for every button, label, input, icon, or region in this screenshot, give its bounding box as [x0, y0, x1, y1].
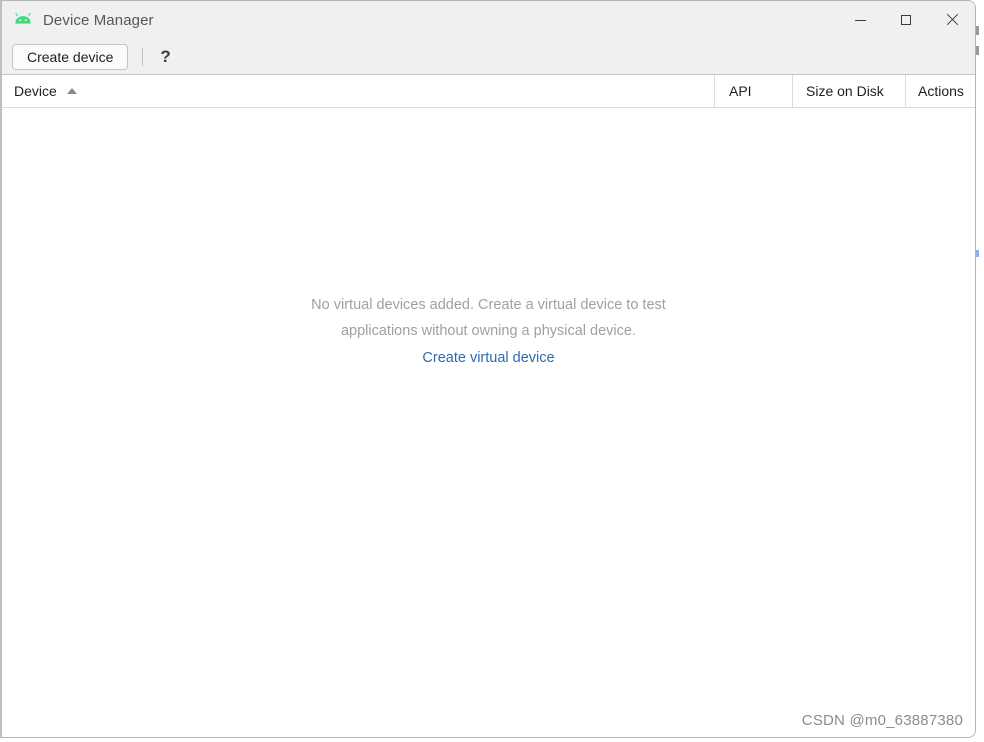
device-manager-window: Device Manager Create device ? Device AP… — [0, 0, 976, 738]
column-header-actions[interactable]: Actions — [905, 75, 975, 107]
create-virtual-device-link[interactable]: Create virtual device — [422, 350, 554, 366]
create-device-button[interactable]: Create device — [12, 43, 129, 70]
column-header-device[interactable]: Device — [2, 75, 714, 107]
empty-state: No virtual devices added. Create a virtu… — [2, 292, 975, 367]
table-header-row: Device API Size on Disk Actions — [2, 75, 975, 108]
maximize-icon — [901, 15, 911, 25]
window-controls — [837, 1, 975, 39]
column-header-device-label: Device — [14, 83, 57, 99]
column-header-actions-label: Actions — [918, 83, 964, 99]
background-mark-2 — [976, 46, 979, 55]
background-mark-3 — [976, 250, 979, 257]
toolbar-separator — [142, 47, 144, 66]
watermark: CSDN @m0_63887380 — [801, 712, 963, 729]
help-icon[interactable]: ? — [156, 46, 174, 67]
maximize-button[interactable] — [883, 1, 929, 39]
column-header-api[interactable]: API — [714, 75, 792, 107]
background-mark-1 — [976, 26, 979, 35]
sort-ascending-icon — [66, 88, 77, 94]
column-header-size-on-disk[interactable]: Size on Disk — [792, 75, 905, 107]
empty-state-line-1: No virtual devices added. Create a virtu… — [311, 297, 666, 313]
column-header-size-on-disk-label: Size on Disk — [806, 83, 884, 99]
minimize-icon — [854, 19, 866, 21]
close-icon — [946, 14, 958, 26]
close-button[interactable] — [929, 1, 975, 39]
empty-state-line-2: applications without owning a physical d… — [340, 323, 636, 339]
title-bar: Device Manager — [2, 1, 975, 39]
window-title: Device Manager — [43, 11, 154, 29]
android-robot-icon — [15, 12, 31, 24]
device-list-body: No virtual devices added. Create a virtu… — [2, 108, 975, 737]
minimize-button[interactable] — [837, 1, 883, 39]
toolbar: Create device ? — [2, 39, 975, 75]
column-header-api-label: API — [729, 83, 752, 99]
